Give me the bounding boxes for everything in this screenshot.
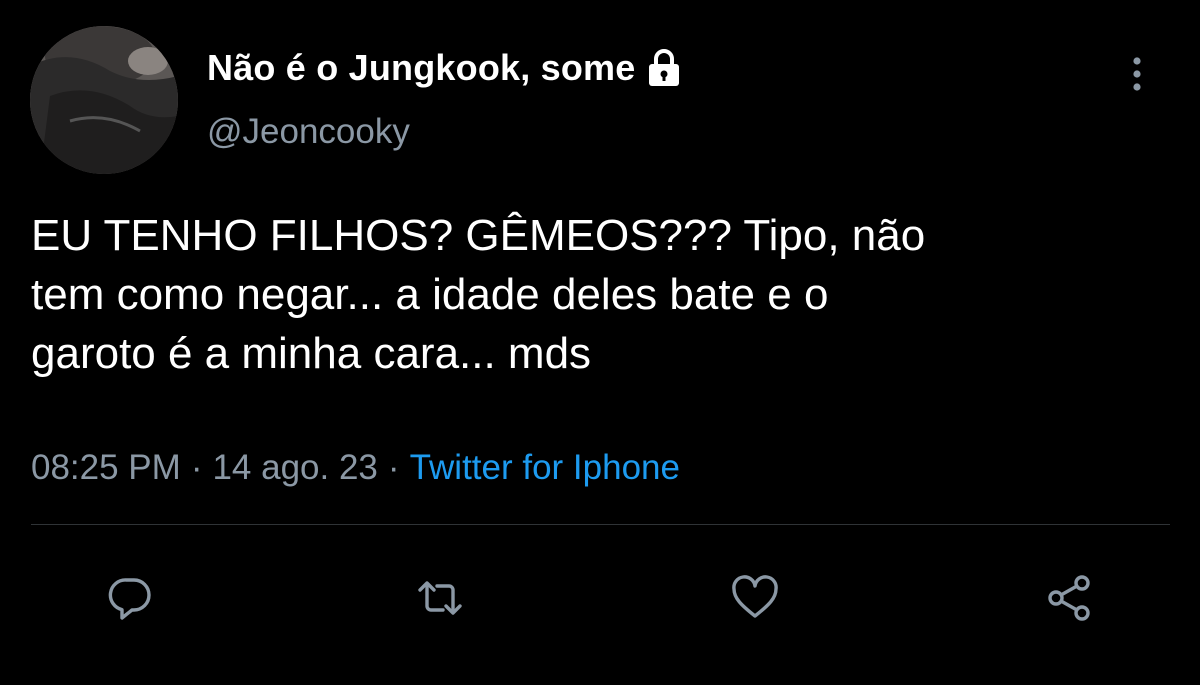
tweet-text-line: garoto é a minha cara... mds xyxy=(31,329,592,378)
tweet-meta: 08:25 PM · 14 ago. 23 · Twitter for Ipho… xyxy=(31,444,680,492)
lock-icon xyxy=(646,48,682,88)
retweet-button[interactable] xyxy=(412,570,468,626)
more-options-icon[interactable] xyxy=(1122,54,1152,94)
divider xyxy=(31,524,1170,525)
heart-icon xyxy=(732,575,778,618)
tweet-card: Não é o Jungkook, some @Jeoncooky EU TEN… xyxy=(0,0,1200,685)
tweet-source-link[interactable]: Twitter for Iphone xyxy=(410,448,680,488)
reply-icon xyxy=(108,578,151,620)
share-icon xyxy=(1048,575,1090,621)
reply-button[interactable] xyxy=(102,570,158,626)
display-name-row: Não é o Jungkook, some xyxy=(207,44,682,92)
meta-separator: · xyxy=(387,448,400,487)
tweet-time[interactable]: 08:25 PM xyxy=(31,448,181,488)
like-button[interactable] xyxy=(727,570,783,626)
tweet-text-line: tem como negar... a idade deles bate e o xyxy=(31,270,829,319)
retweet-icon xyxy=(418,581,462,615)
avatar-photo xyxy=(30,26,178,174)
user-handle[interactable]: @Jeoncooky xyxy=(207,112,410,152)
display-name[interactable]: Não é o Jungkook, some xyxy=(207,47,636,89)
tweet-date[interactable]: 14 ago. 23 xyxy=(212,448,377,488)
meta-separator: · xyxy=(190,448,203,487)
tweet-text-line: EU TENHO FILHOS? GÊMEOS??? Tipo, não xyxy=(31,211,926,260)
share-button[interactable] xyxy=(1042,570,1098,626)
tweet-text: EU TENHO FILHOS? GÊMEOS??? Tipo, não tem… xyxy=(31,206,1161,383)
avatar[interactable] xyxy=(30,26,178,174)
